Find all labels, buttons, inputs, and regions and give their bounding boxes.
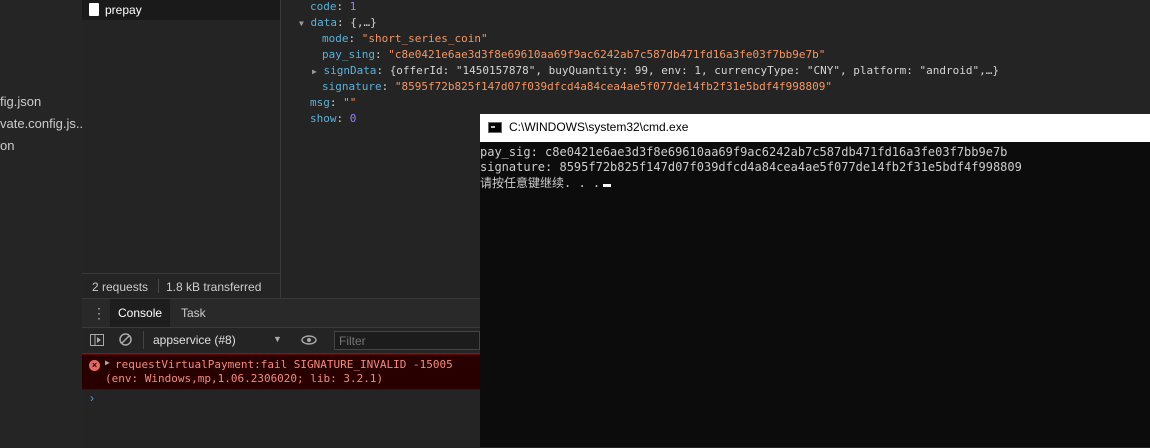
json-key: signature: [322, 80, 382, 93]
tab-task[interactable]: Task: [173, 299, 214, 327]
json-value: 1: [349, 0, 357, 13]
sidebar-toggle-icon[interactable]: [90, 334, 104, 346]
json-line-pay-sing: pay_sing: "c8e0421e6ae3d3f8e69610aa69f9a…: [322, 48, 826, 61]
json-key: data: [310, 16, 337, 29]
json-key: msg: [310, 96, 330, 109]
document-icon: [89, 3, 99, 16]
press-any-key-text: 请按任意键继续. . .: [480, 176, 601, 190]
file-item-private-config[interactable]: vate.config.js...: [0, 116, 82, 131]
json-value: "": [343, 96, 357, 109]
console-toolbar: appservice (#8) ▼: [82, 328, 480, 354]
json-value: 0: [349, 112, 357, 125]
file-item-json[interactable]: on: [0, 138, 82, 153]
json-value: {,…}: [350, 16, 377, 29]
more-options-icon[interactable]: ⋮: [86, 299, 112, 327]
toolbar-divider: [143, 331, 144, 349]
request-row-prepay[interactable]: prepay: [82, 0, 280, 20]
console-error-message[interactable]: × ▶ requestVirtualPayment:fail SIGNATURE…: [82, 354, 480, 390]
json-key: code: [310, 0, 337, 13]
collapse-triangle-icon[interactable]: ▼: [299, 19, 304, 28]
json-key: signData: [323, 64, 377, 77]
tab-console[interactable]: Console: [110, 299, 171, 327]
request-count: 2 requests: [92, 280, 149, 294]
transferred-size: 1.8 kB transferred: [166, 280, 262, 294]
expand-triangle-icon[interactable]: ▶: [105, 358, 110, 367]
status-divider: [158, 279, 159, 293]
file-explorer-pane: fig.json vate.config.js... on: [0, 0, 83, 447]
cmd-window[interactable]: C:\WINDOWS\system32\cmd.exe pay_sig: c8e…: [480, 114, 1150, 447]
clear-console-icon[interactable]: [119, 333, 132, 346]
error-text-line2: (env: Windows,mp,1.06.2306020; lib: 3.2.…: [105, 372, 384, 385]
network-request-list: prepay: [82, 0, 281, 298]
console-prompt-icon[interactable]: ›: [90, 391, 94, 405]
json-line-show: show: 0: [310, 112, 357, 125]
file-item-config-json[interactable]: fig.json: [0, 94, 82, 109]
json-value: {offerId: "1450157878", buyQuantity: 99,…: [389, 64, 999, 77]
chevron-down-icon[interactable]: ▼: [273, 334, 282, 344]
cmd-title: C:\WINDOWS\system32\cmd.exe: [509, 120, 689, 134]
json-value: "short_series_coin": [361, 32, 488, 45]
console-drawer: ⋮ Console Task appservice (#8) ▼ × ▶ req…: [82, 298, 480, 448]
json-line-code: code: 1: [310, 0, 357, 13]
expand-triangle-icon[interactable]: ▶: [312, 67, 317, 76]
json-key: mode: [322, 32, 349, 45]
cmd-title-bar[interactable]: C:\WINDOWS\system32\cmd.exe: [480, 114, 1150, 142]
error-icon: ×: [89, 360, 100, 371]
network-status-bar: 2 requests 1.8 kB transferred: [82, 273, 280, 299]
context-selector[interactable]: appservice (#8): [153, 333, 236, 347]
json-line-data[interactable]: ▼ data: {,…}: [299, 16, 377, 30]
terminal-icon: [488, 122, 502, 133]
eye-icon[interactable]: [301, 335, 317, 345]
json-value: "8595f72b825f147d07f039dfcd4a84cea4ae5f0…: [394, 80, 832, 93]
cmd-line-pay-sig: pay_sig: c8e0421e6ae3d3f8e69610aa69f9ac6…: [480, 145, 1008, 159]
json-line-msg: msg: "": [310, 96, 357, 109]
cmd-line-signature: signature: 8595f72b825f147d07f039dfcd4a8…: [480, 160, 1022, 174]
request-name: prepay: [105, 3, 142, 17]
console-tab-bar: ⋮ Console Task: [82, 299, 480, 328]
json-value: "c8e0421e6ae3d3f8e69610aa69f9ac6242ab7c5…: [388, 48, 826, 61]
cmd-line-press-any-key: 请按任意键继续. . .: [480, 176, 612, 191]
text-cursor: [603, 184, 612, 187]
error-text-line1: requestVirtualPayment:fail SIGNATURE_INV…: [115, 358, 453, 371]
json-line-mode: mode: "short_series_coin": [322, 32, 488, 45]
json-line-signdata[interactable]: ▶ signData: {offerId: "1450157878", buyQ…: [312, 64, 999, 78]
json-line-signature: signature: "8595f72b825f147d07f039dfcd4a…: [322, 80, 832, 93]
filter-input[interactable]: [334, 331, 480, 350]
json-key: show: [310, 112, 337, 125]
json-key: pay_sing: [322, 48, 375, 61]
